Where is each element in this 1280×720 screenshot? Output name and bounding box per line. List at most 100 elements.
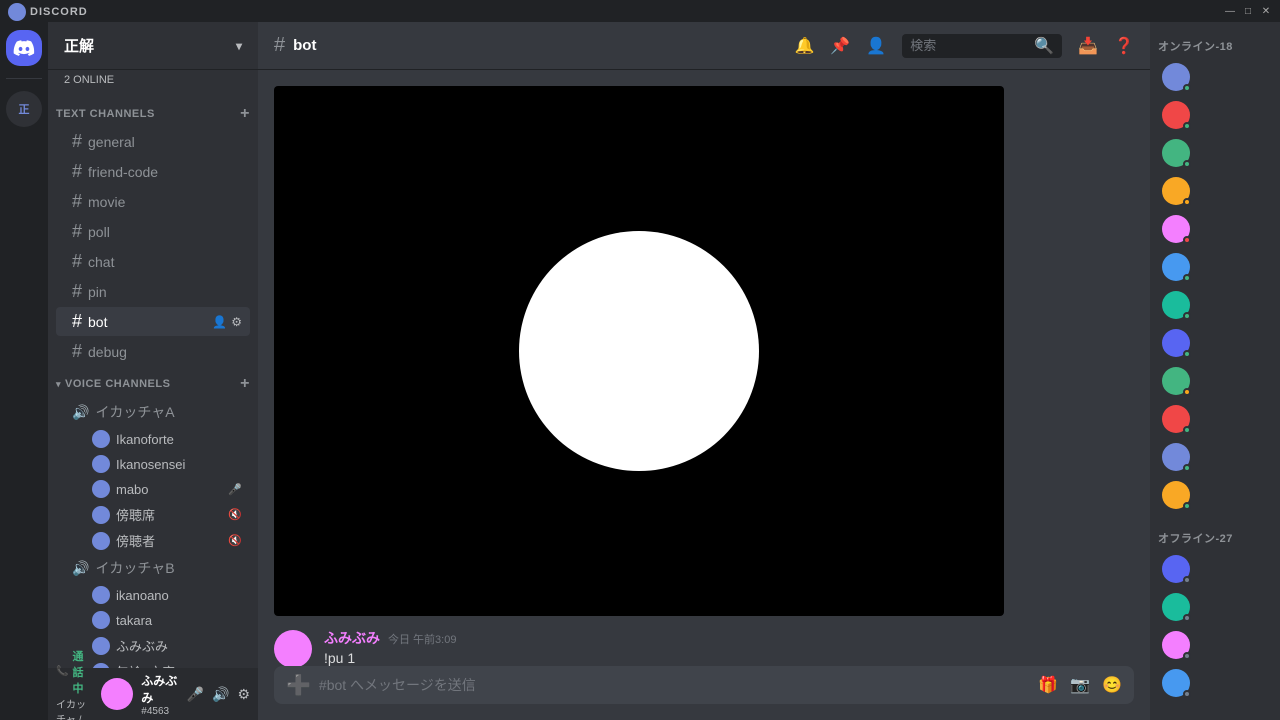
status-dot (1183, 388, 1191, 396)
image-embed (274, 86, 1004, 616)
voice-user-ikanosensei[interactable]: Ikanosensei (56, 452, 250, 476)
status-dot (1183, 274, 1191, 282)
channel-poll[interactable]: # poll (56, 217, 250, 246)
voice-section-label: VOICE CHANNELS (65, 378, 170, 390)
message-text: !pu 1 (324, 650, 1134, 666)
call-icon: 📞 (56, 666, 68, 677)
message: ふみぶみ 今日 午前3:09 !pu 1 (274, 624, 1134, 666)
white-circle (519, 231, 759, 471)
add-voice-button[interactable]: + (240, 375, 250, 393)
emoji-icon[interactable]: 😊 (1102, 675, 1122, 695)
add-channel-button[interactable]: + (240, 106, 250, 122)
member-item[interactable] (1154, 325, 1276, 361)
member-item-offline[interactable] (1154, 665, 1276, 701)
status-dot (1183, 502, 1191, 510)
settings-button[interactable]: ⚙ (237, 686, 250, 703)
member-item[interactable] (1154, 477, 1276, 513)
offline-section-header: オフライン-27 (1150, 514, 1280, 550)
status-dot (1183, 198, 1191, 206)
message-input-bar: ➕ 🎁 📷 😊 (258, 666, 1150, 720)
channel-name: friend-code (88, 164, 158, 180)
status-dot (1183, 312, 1191, 320)
status-dot (1183, 426, 1191, 434)
avatar (92, 532, 110, 550)
avatar (92, 637, 110, 655)
gift-icon[interactable]: 🎁 (1038, 675, 1058, 695)
voice-channel-ikaccha-b[interactable]: 🔊 イカッチャB (56, 554, 250, 582)
message-timestamp: 今日 午前3:09 (388, 631, 456, 647)
member-item-offline[interactable] (1154, 551, 1276, 587)
voice-user-bouchou1[interactable]: 傍聴席 🔇 (56, 502, 250, 527)
member-item[interactable] (1154, 211, 1276, 247)
deafen-button[interactable]: 🔊 (212, 686, 229, 703)
channel-chat[interactable]: # chat (56, 247, 250, 276)
channel-pin[interactable]: # pin (56, 277, 250, 306)
server-name-bar[interactable]: 正解 ▾ (48, 22, 258, 70)
search-box[interactable]: 🔍 (902, 34, 1062, 58)
member-avatar (1162, 367, 1190, 395)
member-avatar (1162, 631, 1190, 659)
channel-friend-code[interactable]: # friend-code (56, 157, 250, 186)
voice-user-takara[interactable]: takara (56, 608, 250, 632)
member-avatar (1162, 593, 1190, 621)
user-icon[interactable]: 👤 (212, 315, 227, 329)
server-name: 正解 (64, 35, 94, 56)
member-avatar (1162, 669, 1190, 697)
avatar (92, 611, 110, 629)
maximize-button[interactable]: □ (1242, 5, 1254, 17)
app-name: DISCORD (30, 6, 88, 18)
settings-icon[interactable]: ⚙ (231, 315, 242, 329)
help-icon[interactable]: ❓ (1114, 36, 1134, 56)
channel-movie[interactable]: # movie (56, 187, 250, 216)
voice-username: ikanoano (116, 588, 169, 603)
voice-username: 傍聴席 (116, 505, 155, 524)
member-avatar (1162, 291, 1190, 319)
voice-user-mabo[interactable]: mabo 🎤 (56, 477, 250, 501)
member-avatar (1162, 405, 1190, 433)
close-button[interactable]: ✕ (1260, 5, 1272, 17)
voice-user-ikanoano[interactable]: ikanoano (56, 583, 250, 607)
member-item[interactable] (1154, 401, 1276, 437)
member-item[interactable] (1154, 363, 1276, 399)
main-content: # bot 🔔 📌 👤 🔍 📥 ❓ (258, 22, 1150, 720)
member-item[interactable] (1154, 173, 1276, 209)
text-channels-section[interactable]: TEXT CHANNELS + (48, 90, 258, 126)
channel-bot[interactable]: # bot 👤 ⚙ (56, 307, 250, 336)
message-avatar[interactable] (274, 630, 312, 666)
member-item[interactable] (1154, 249, 1276, 285)
inbox-icon[interactable]: 📥 (1078, 36, 1098, 56)
member-item[interactable] (1154, 97, 1276, 133)
minimize-button[interactable]: — (1224, 5, 1236, 17)
channel-debug[interactable]: # debug (56, 337, 250, 366)
message-author[interactable]: ふみぶみ (324, 628, 380, 648)
status-dot (1183, 160, 1191, 168)
member-item-offline[interactable] (1154, 627, 1276, 663)
gif-icon[interactable]: 📷 (1070, 675, 1090, 695)
hash-icon: # (72, 251, 82, 272)
pin-icon[interactable]: 📌 (830, 36, 850, 56)
search-input[interactable] (910, 38, 1030, 53)
notification-icon[interactable]: 🔔 (794, 36, 814, 56)
server-icon-1[interactable]: 正 (6, 91, 42, 127)
member-item[interactable] (1154, 59, 1276, 95)
input-icons: 🎁 📷 😊 (1038, 675, 1122, 695)
channel-title: bot (293, 37, 316, 54)
status-dot (1183, 690, 1191, 698)
member-item-offline[interactable] (1154, 589, 1276, 625)
speaker-icon: 🔊 (72, 560, 89, 577)
voice-channels-section-a[interactable]: ▾ VOICE CHANNELS + (48, 367, 258, 397)
members-icon[interactable]: 👤 (866, 36, 886, 56)
mic-button[interactable]: 🎤 (187, 686, 204, 703)
voice-channel-ikaccha-a[interactable]: 🔊 イカッチャA (56, 398, 250, 426)
member-item[interactable] (1154, 135, 1276, 171)
member-item[interactable] (1154, 439, 1276, 475)
message-input[interactable] (319, 666, 1030, 704)
attach-button[interactable]: ➕ (286, 673, 311, 698)
channel-general[interactable]: # general (56, 127, 250, 156)
window-controls[interactable]: — □ ✕ (1224, 5, 1272, 17)
member-item[interactable] (1154, 287, 1276, 323)
voice-user-ikanoforte[interactable]: Ikanoforte (56, 427, 250, 451)
arrow-icon: ▾ (56, 379, 61, 390)
voice-user-bouchou2[interactable]: 傍聴者 🔇 (56, 528, 250, 553)
server-icon-discord[interactable] (6, 30, 42, 66)
